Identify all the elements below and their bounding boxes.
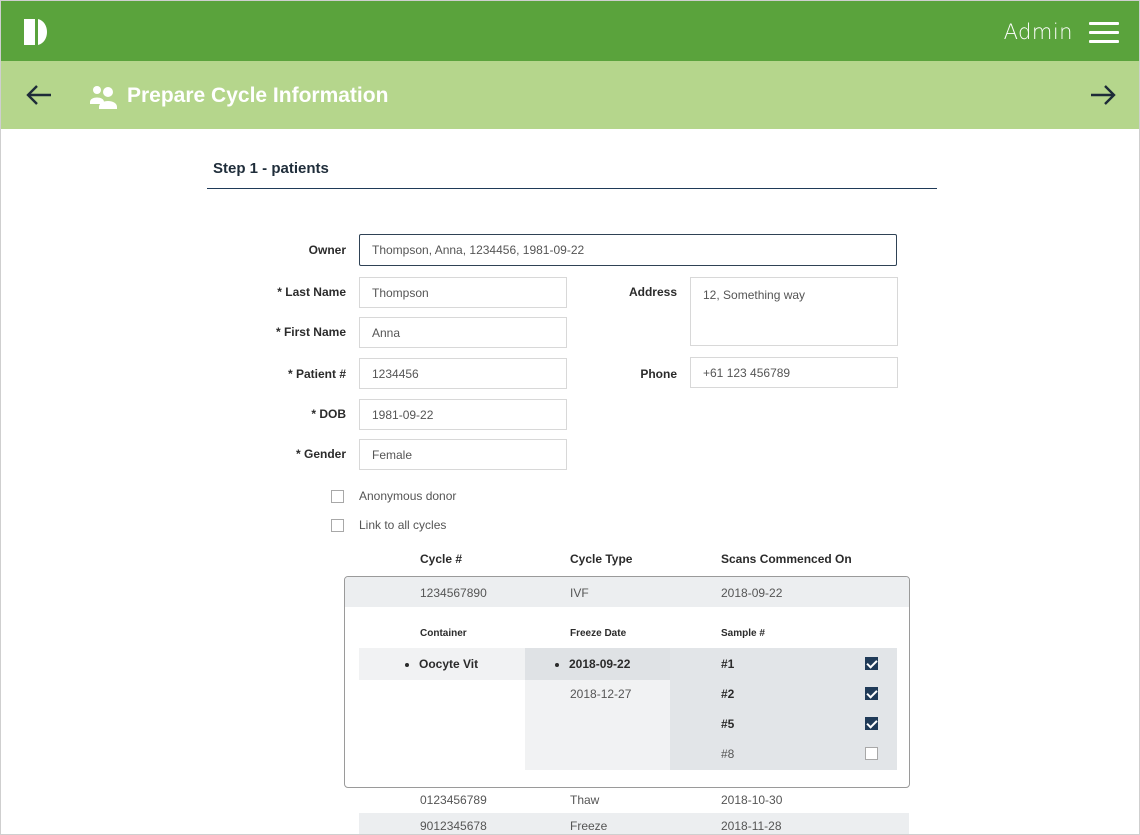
sub-header-sample: Sample # <box>721 628 765 639</box>
sub-header-freeze-date: Freeze Date <box>570 628 627 639</box>
dob-field[interactable]: 1981-09-22 <box>359 399 567 430</box>
col-header-cycle-type: Cycle Type <box>570 552 633 566</box>
cycle-number-cell: 0123456789 <box>420 793 487 807</box>
table-row[interactable]: 9012345678 Freeze 2018-11-28 <box>359 813 909 834</box>
last-name-label: * Last Name <box>277 285 346 299</box>
sample-checkbox[interactable] <box>865 747 878 760</box>
sample-label: #8 <box>721 747 735 761</box>
sample-label: #2 <box>721 687 735 701</box>
sample-checkbox[interactable] <box>865 687 878 700</box>
container-label: Oocyte Vit <box>419 657 479 671</box>
step-title: Step 1 - patients <box>213 160 329 177</box>
step-divider <box>207 188 937 189</box>
cycle-type-cell: Thaw <box>570 793 600 807</box>
cycle-number-cell: 1234567890 <box>420 586 487 600</box>
phone-label: Phone <box>640 367 677 381</box>
cycle-number-cell: 9012345678 <box>420 819 487 833</box>
bullet-icon <box>555 662 559 667</box>
table-row[interactable]: 1234567890 IVF 2018-09-22 <box>345 577 909 607</box>
owner-label: Owner <box>308 243 346 257</box>
app-window: Admin Prepare Cycle Information Step 1 -… <box>0 0 1140 835</box>
patient-number-field[interactable]: 1234456 <box>359 358 567 389</box>
hamburger-menu-icon[interactable] <box>1089 22 1119 44</box>
sample-label: #1 <box>721 657 735 671</box>
anonymous-donor-checkbox[interactable] <box>331 490 344 503</box>
freeze-date-item[interactable]: 2018-09-22 <box>555 657 630 671</box>
last-name-field[interactable]: Thompson <box>359 277 567 308</box>
patients-icon <box>90 86 117 109</box>
cycle-type-cell: IVF <box>570 586 589 600</box>
table-row[interactable]: 0123456789 Thaw 2018-10-30 <box>359 788 909 812</box>
sample-label: #5 <box>721 717 735 731</box>
gender-field[interactable]: Female <box>359 439 567 470</box>
freeze-date-item[interactable]: 2018-12-27 <box>570 687 631 701</box>
forward-arrow-icon[interactable] <box>1089 81 1117 109</box>
link-all-cycles-checkbox[interactable] <box>331 519 344 532</box>
scans-date-cell: 2018-11-28 <box>721 819 782 833</box>
container-item[interactable]: Oocyte Vit <box>405 657 478 671</box>
gender-label: * Gender <box>295 447 346 461</box>
first-name-field[interactable]: Anna <box>359 317 567 348</box>
freeze-date-label: 2018-09-22 <box>569 657 631 671</box>
col-header-scans-commenced: Scans Commenced On <box>721 552 852 566</box>
sample-checkbox[interactable] <box>865 657 878 670</box>
sample-checkbox[interactable] <box>865 717 878 730</box>
top-bar: Admin <box>1 1 1139 61</box>
sub-header-container: Container <box>420 628 467 639</box>
expanded-cycle-panel: 1234567890 IVF 2018-09-22 Container Free… <box>344 576 910 788</box>
address-field[interactable]: 12, Something way <box>690 277 898 346</box>
patient-number-label: * Patient # <box>287 367 346 381</box>
link-all-cycles-label: Link to all cycles <box>359 518 447 532</box>
address-label: Address <box>628 285 677 299</box>
app-logo-icon <box>24 19 47 45</box>
back-arrow-icon[interactable] <box>25 81 53 109</box>
cycle-type-cell: Freeze <box>570 819 608 833</box>
anonymous-donor-label: Anonymous donor <box>359 489 457 503</box>
user-label[interactable]: Admin <box>1004 20 1073 44</box>
scans-date-cell: 2018-09-22 <box>721 586 783 600</box>
scans-date-cell: 2018-10-30 <box>721 793 783 807</box>
phone-field[interactable]: +61 123 456789 <box>690 357 898 388</box>
bullet-icon <box>405 662 409 667</box>
first-name-label: * First Name <box>275 325 346 339</box>
col-header-cycle: Cycle # <box>420 552 463 566</box>
page-title: Prepare Cycle Information <box>127 84 389 107</box>
dob-label: * DOB <box>311 407 346 421</box>
sample-list-bg <box>670 648 897 770</box>
owner-input[interactable]: Thompson, Anna, 1234456, 1981-09-22 <box>359 234 897 266</box>
